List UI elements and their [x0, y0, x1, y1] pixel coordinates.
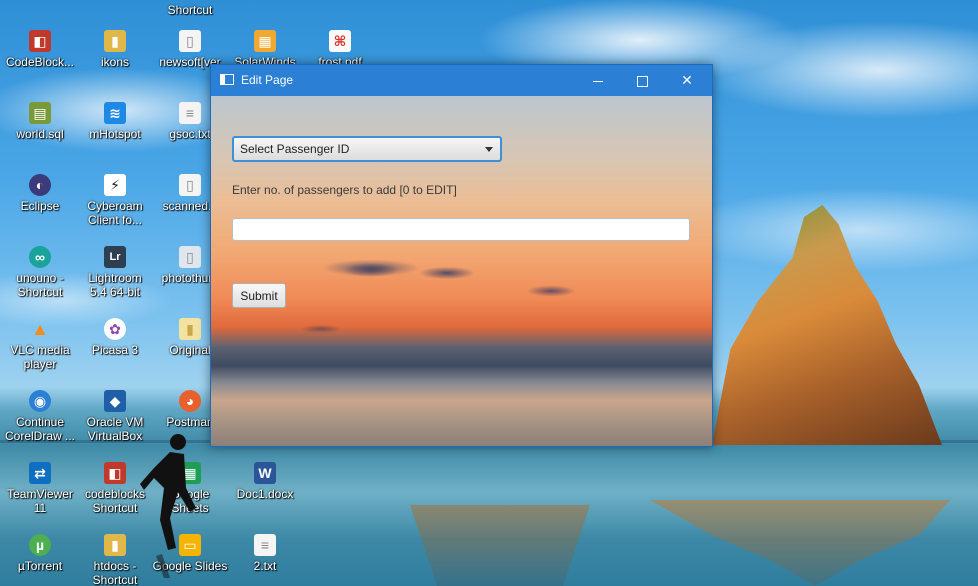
desktop-icon-utorrent[interactable]: µ µTorrent — [0, 534, 80, 573]
desktop: Shortcut ◧ CodeBlock... ▮ ikons ▯ newsof… — [0, 0, 978, 586]
word-doc-icon: W — [254, 462, 276, 484]
arduino-icon: ∞ — [29, 246, 51, 268]
desktop-icon-eclipse[interactable]: ◐ Eclipse — [0, 174, 80, 213]
minimize-button[interactable] — [575, 65, 621, 96]
sql-file-icon: ▤ — [29, 102, 51, 124]
desktop-icon-label: µTorrent — [17, 559, 63, 573]
desktop-icon-label: world.sql — [16, 127, 64, 141]
desktop-icon-teamviewer[interactable]: ⇄ TeamViewer 11 — [0, 462, 80, 515]
solarwinds-icon: ▦ — [254, 30, 276, 52]
desktop-icon-vlc[interactable]: ▲ VLC media player — [0, 318, 80, 371]
desktop-icon-label: Eclipse — [20, 199, 60, 213]
folder-icon: ▮ — [104, 534, 126, 556]
maximize-button[interactable] — [619, 65, 665, 96]
postman-icon: ◕ — [179, 390, 201, 412]
wifi-icon: ≋ — [104, 102, 126, 124]
desktop-icon-label: VLC media player — [10, 343, 70, 371]
desktop-icon-label: Doc1.docx — [236, 487, 294, 501]
close-icon: ✕ — [681, 72, 693, 88]
desktop-icon-lightroom[interactable]: Lr Lightroom 5.4 64-bit — [75, 246, 155, 299]
rock-formation — [712, 205, 942, 445]
utorrent-icon: µ — [29, 534, 51, 556]
window-content: Select Passenger ID Enter no. of passeng… — [211, 96, 712, 446]
desktop-icon-cyberoam[interactable]: ⚡ Cyberoam Client fo... — [75, 174, 155, 227]
runner-silhouette — [140, 434, 196, 578]
image-file-icon: ▯ — [179, 174, 201, 196]
desktop-icon-label: Picasa 3 — [91, 343, 139, 357]
desktop-icon-label: Cyberoam Client fo... — [87, 199, 143, 227]
edit-page-window: Edit Page ✕ Select Passenger ID Enter no… — [210, 64, 713, 447]
desktop-icon-doc1[interactable]: W Doc1.docx — [225, 462, 305, 501]
picasa-icon: ✿ — [104, 318, 126, 340]
desktop-icon-unouno[interactable]: ∞ unouno - Shortcut — [0, 246, 80, 299]
passenger-id-select[interactable]: Select Passenger ID — [232, 136, 502, 162]
folder-icon: ▮ — [179, 318, 201, 340]
image-file-icon: ▯ — [179, 246, 201, 268]
desktop-icon-label: unouno - Shortcut — [16, 271, 64, 299]
desktop-icon-label: 2.txt — [253, 559, 277, 573]
desktop-icon-world-sql[interactable]: ▤ world.sql — [0, 102, 80, 141]
text-file-icon: ≡ — [179, 102, 201, 124]
desktop-icon-2-txt[interactable]: ≡ 2.txt — [225, 534, 305, 573]
folder-icon: ▮ — [104, 30, 126, 52]
desktop-icon-label: CodeBlock... — [5, 55, 75, 69]
desktop-icon-label: Shortcut — [167, 3, 213, 17]
eclipse-icon: ◐ — [29, 174, 51, 196]
minimize-icon — [593, 80, 603, 82]
title-bar[interactable]: Edit Page ✕ — [211, 65, 712, 96]
rock-reflection-left — [410, 505, 590, 586]
desktop-icon-label: TeamViewer 11 — [7, 487, 73, 515]
lightroom-icon: Lr — [104, 246, 126, 268]
file-icon: ▯ — [179, 30, 201, 52]
select-value: Select Passenger ID — [240, 142, 350, 156]
pdf-icon: ⌘ — [329, 30, 351, 52]
desktop-icon-label: ikons — [100, 55, 129, 69]
window-app-icon — [220, 74, 234, 85]
maximize-icon — [636, 75, 648, 87]
window-title: Edit Page — [241, 73, 294, 87]
submit-button[interactable]: Submit — [232, 283, 286, 308]
virtualbox-icon: ◆ — [104, 390, 126, 412]
desktop-icon-label: Continue CorelDraw ... — [4, 415, 75, 443]
desktop-icon-label: mHotspot — [89, 127, 141, 141]
close-button[interactable]: ✕ — [664, 65, 710, 96]
desktop-icon-picasa[interactable]: ✿ Picasa 3 — [75, 318, 155, 357]
passenger-count-input[interactable] — [232, 218, 690, 241]
codeblocks-icon: ◧ — [29, 30, 51, 52]
desktop-icon-mhotspot[interactable]: ≋ mHotspot — [75, 102, 155, 141]
codeblocks-icon: ◧ — [104, 462, 126, 484]
desktop-icon-coreldraw[interactable]: ◉ Continue CorelDraw ... — [0, 390, 80, 443]
desktop-icon-ikons[interactable]: ▮ ikons — [75, 30, 155, 69]
teamviewer-icon: ⇄ — [29, 462, 51, 484]
passenger-count-label: Enter no. of passengers to add [0 to EDI… — [232, 183, 457, 197]
vlc-cone-icon: ▲ — [31, 319, 49, 339]
coreldraw-icon: ◉ — [29, 390, 51, 412]
text-file-icon: ≡ — [254, 534, 276, 556]
chevron-down-icon — [485, 147, 493, 152]
desktop-icon-codeblocks[interactable]: ◧ CodeBlock... — [0, 30, 80, 69]
rock-reflection — [650, 500, 950, 586]
desktop-icon-label: Lightroom 5.4 64-bit — [88, 271, 142, 299]
cyberoam-icon: ⚡ — [104, 174, 126, 196]
desktop-icon-shortcut[interactable]: Shortcut — [150, 0, 230, 17]
